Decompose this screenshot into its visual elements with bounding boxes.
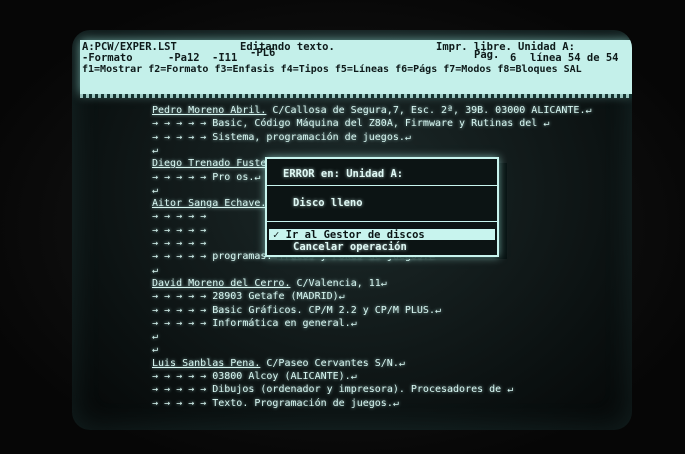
line-text: ↵ [152,144,159,156]
document-line: ↵ [152,264,159,276]
option-disk-manager[interactable]: ✓ Ir al Gestor de discos [269,229,495,241]
dialog-divider [267,221,497,222]
document-line: → → → → → [152,239,206,249]
contact-name: David Moreno del Cerro. [152,277,291,289]
document-line: Aitor Sanga Echave. [152,199,266,209]
tab-markers: → → → → → [152,131,213,143]
line-text: Basic Gráficos. CP/M 2.2 y CP/M PLUS.↵ [212,304,441,316]
tab-markers: → → → → → [152,397,213,409]
option-disk-manager-label: ✓ Ir al Gestor de discos [273,229,425,241]
line-text: Sistema, programación de juegos.↵ [212,131,411,143]
line-text: C/Paseo Cervantes S/N.↵ [260,357,405,369]
dialog-title: ERROR en: Unidad A: [283,168,404,180]
option-cancel[interactable]: Cancelar operación [293,241,407,253]
tab-markers: → → → → → [152,211,207,223]
line-text: ↵ [152,331,159,343]
document-line: → → → → → Texto. Programación de juegos.… [152,397,399,409]
tab-markers: → → → → → [152,291,213,303]
document-line: ↵ [152,184,159,196]
tab-markers: → → → → → [152,224,207,236]
error-dialog: ERROR en: Unidad A: Disco lleno ✓ Ir al … [265,157,499,257]
document-line: Luis Sanblas Pena. C/Paseo Cervantes S/N… [152,357,405,369]
dialog-message: Disco lleno [293,197,363,209]
line-text: ↵ [152,184,159,196]
tab-markers: → → → → → [152,118,213,130]
line-text: Informática en general.↵ [212,317,357,329]
document-line: → → → → → Dibujos (ordenador y impresora… [152,385,513,395]
line-text: ↵ [152,344,159,356]
tab-markers: → → → → → [152,384,213,396]
line-text: Texto. Programación de juegos.↵ [212,397,399,409]
tab-markers: → → → → → [152,371,213,382]
line-text: Dibujos (ordenador y impresora). Procesa… [212,384,514,396]
document-line: ↵ [152,332,158,342]
crt-screen: A:PCW/EXPER.LST Editando texto. Impr. li… [72,30,632,430]
dialog-divider [267,185,497,186]
contact-name: Luis Sanblas Pena. [152,357,261,369]
document-line: Pedro Moreno Abril. C/Callosa de Segura,… [152,106,592,116]
contact-name: Pedro Moreno Abril. [152,105,267,116]
document-line: → → → → → Basic Gráficos. CP/M 2.2 y CP/… [152,304,441,316]
document-line: → → → → → Basic, Código Máquina del Z80A… [152,119,549,129]
line-text: Basic, Código Máquina del Z80A, Firmware… [212,118,550,130]
line-text: ↵ [152,264,159,276]
document-line: David Moreno del Cerro. C/Valencia, 11↵ [152,277,387,289]
document-line: → → → → → 28903 Getafe (MADRID)↵ [152,292,345,302]
contact-name: Diego Trenado Fuster [152,158,273,170]
tab-markers: → → → → → [152,251,213,263]
document-line: → → → → → 03800 Alcoy (ALICANTE).↵ [152,372,357,382]
line-text: 03800 Alcoy (ALICANTE).↵ [212,371,357,382]
line-text: C/Callosa de Segura,7, Esc. 2ª, 39B. 030… [266,105,592,116]
document-line: → → → → → [152,212,206,222]
line-text: C/Valencia, 11↵ [290,277,387,289]
tab-markers: → → → → → [152,171,213,183]
tab-markers: → → → → → [152,304,213,316]
tab-markers: → → → → → [152,238,207,249]
document-line: ↵ [152,144,159,156]
line-text: Pro os.↵ [212,171,261,183]
document-line: → → → → → [152,224,207,236]
contact-name: Aitor Sanga Echave. [152,198,267,210]
document-line: → → → → → Informática en general.↵ [152,317,357,329]
document-line: → → → → → Sistema, programación de juego… [152,131,411,143]
document-line: → → → → → Pro os.↵ [152,171,261,183]
document-line: ↵ [152,345,158,355]
tab-markers: → → → → → [152,317,213,329]
line-text: 28903 Getafe (MADRID)↵ [212,291,345,303]
